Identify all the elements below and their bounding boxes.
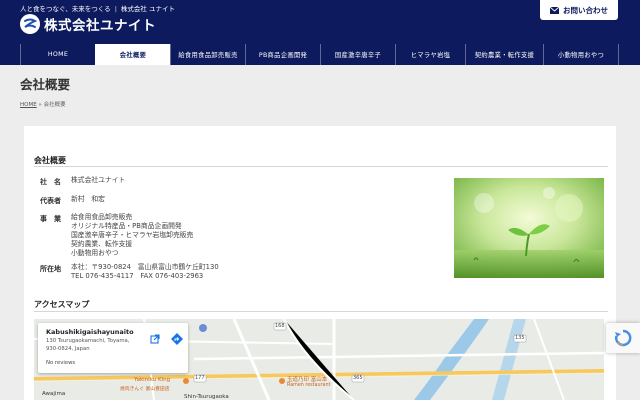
logo-text: 株式会社ユナイト xyxy=(44,18,156,34)
page-title: 会社概要 xyxy=(20,77,71,92)
company-card: 会社概要 社 名 株式会社ユナイト 代表者 新村 和宏 事 業 給食用食品卸売販… xyxy=(24,126,616,400)
nav-divider xyxy=(618,44,619,65)
nav-home[interactable]: HOME xyxy=(20,44,95,65)
map-area-awajima: Awajima xyxy=(42,391,66,397)
nav-pet-snacks[interactable]: 小動物用おやつ xyxy=(543,44,618,65)
value-business: 給食用食品卸売販売 オリジナル特産品・PB商品企画開発 国産激辛唐辛子・ヒマラヤ… xyxy=(71,213,193,258)
map-place-address: 130 Tsurugaokamachi, Toyama, 930-0824, J… xyxy=(46,338,130,352)
label-business: 事 業 xyxy=(40,215,61,223)
map-place-yakiniku[interactable]: Yakiniku King xyxy=(134,377,170,383)
contact-button[interactable]: お問い合わせ xyxy=(540,0,618,20)
map-info-card: Kabushikigaishayunaito 130 Tsurugaokamac… xyxy=(38,323,188,373)
nav-pb-products[interactable]: PB商品企画開発 xyxy=(245,44,320,65)
breadcrumb: HOME » 会社概要 xyxy=(20,100,66,108)
tagline-separator: | xyxy=(114,5,117,13)
seedling-photo xyxy=(454,178,604,278)
breadcrumb-home-link[interactable]: HOME xyxy=(20,102,37,108)
label-representative: 代表者 xyxy=(40,197,61,205)
map-place-yakiniku-sub: 焼肉きんぐ 富山豊田店 xyxy=(120,387,170,392)
tagline: 人と食をつなぐ、未来をつくる | 株式会社 ユナイト xyxy=(20,3,175,13)
value-line: 新村 和宏 xyxy=(71,195,105,203)
value-line: 給食用食品卸売販売 xyxy=(71,213,133,221)
value-line: オリジナル特産品・PB商品企画開発 xyxy=(71,222,182,230)
map-place-ramen-sub: Ramen restaurant xyxy=(287,383,331,388)
contact-label: お問い合わせ xyxy=(563,5,608,15)
google-map[interactable]: 177 365 135 168 Yakiniku King 焼肉きんぐ 富山豊田… xyxy=(34,319,604,400)
map-road-365: 365 xyxy=(353,375,363,381)
value-line: 国産激辛唐辛子・ヒマラヤ岩塩卸売販売 xyxy=(71,231,194,239)
site-logo[interactable]: 株式会社ユナイト xyxy=(20,14,156,34)
value-line: 株式会社ユナイト xyxy=(71,176,126,184)
label-company-name: 社 名 xyxy=(40,178,61,186)
site-header: 人と食をつなぐ、未来をつくる | 株式会社 ユナイト 株式会社ユナイト お問い合わせ xyxy=(0,0,640,44)
value-line: 契約農業、転作支援 xyxy=(71,240,133,248)
value-line: TEL 076-435-4117 FAX 076-403-2963 xyxy=(71,272,204,280)
map-road-177: 177 xyxy=(195,375,205,381)
section-divider xyxy=(34,166,608,167)
breadcrumb-separator: » xyxy=(38,102,42,108)
nav-food-wholesale[interactable]: 給食用食品卸売販売 xyxy=(170,44,245,65)
directions-icon[interactable] xyxy=(170,332,184,346)
map-road-168: 168 xyxy=(275,323,285,329)
external-link-icon[interactable] xyxy=(148,332,162,346)
breadcrumb-current: 会社概要 xyxy=(43,102,66,108)
section-divider xyxy=(34,311,608,312)
company-section-title: 会社概要 xyxy=(34,156,66,165)
nav-chili[interactable]: 国産激辛唐辛子 xyxy=(320,44,395,65)
map-place-reviews[interactable]: No reviews xyxy=(46,360,75,366)
access-section-title: アクセスマップ xyxy=(34,300,90,309)
global-nav: HOME 会社概要 給食用食品卸売販売 PB商品企画開発 国産激辛唐辛子 ヒマラ… xyxy=(0,44,640,65)
tagline-text: 人と食をつなぐ、未来をつくる xyxy=(20,5,111,13)
recaptcha-icon xyxy=(614,329,632,347)
tagline-company: 株式会社 ユナイト xyxy=(120,5,175,13)
recaptcha-badge[interactable] xyxy=(606,323,640,353)
map-place-ramen[interactable]: 玉道乃印 富山本 xyxy=(287,375,327,383)
map-road-135: 135 xyxy=(515,335,525,341)
value-representative: 新村 和宏 xyxy=(71,195,105,204)
map-place-title: Kabushikigaishayunaito xyxy=(46,328,134,336)
unite-logo-mark-icon xyxy=(20,14,40,34)
value-line: 小動物用おやつ xyxy=(71,249,119,257)
value-company-name: 株式会社ユナイト xyxy=(71,176,125,185)
value-line: 本社：〒930-0824 富山県富山市鶴ケ丘町130 xyxy=(71,263,219,271)
nav-company[interactable]: 会社概要 xyxy=(95,44,170,65)
nav-contract-farming[interactable]: 契約農業・転作支援 xyxy=(465,44,543,65)
map-area-shin-tsurugaoka: Shin-Tsurugaoka xyxy=(184,394,229,400)
label-address: 所在地 xyxy=(40,265,61,273)
value-address: 本社：〒930-0824 富山県富山市鶴ケ丘町130 TEL 076-435-4… xyxy=(71,263,219,281)
mail-icon xyxy=(550,6,559,14)
nav-himalayan-salt[interactable]: ヒマラヤ岩塩 xyxy=(395,44,465,65)
